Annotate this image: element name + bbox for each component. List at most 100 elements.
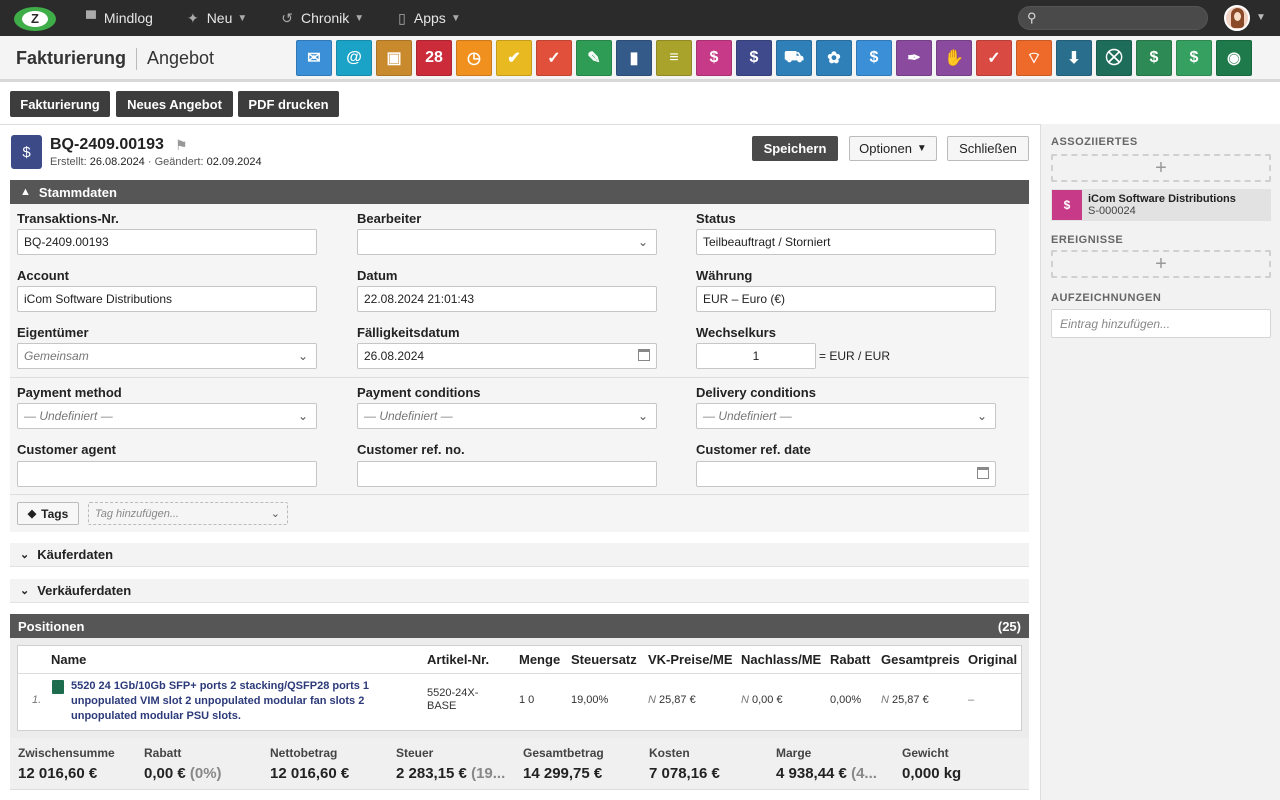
delivery-conditions-select[interactable]: — Undefiniert — ⌄ xyxy=(696,403,996,429)
new-quote-button[interactable]: Neues Angebot xyxy=(116,91,233,117)
col-total[interactable]: Gesamtpreis xyxy=(881,652,960,667)
email-app-icon[interactable]: @ xyxy=(336,40,372,76)
mail-app-icon[interactable]: ✉ xyxy=(296,40,332,76)
delivery-conditions-label: Delivery conditions xyxy=(696,385,816,400)
currency-field[interactable]: EUR – Euro (€) xyxy=(696,286,996,312)
options-button[interactable]: Optionen ▼ xyxy=(849,136,937,161)
due-date-field[interactable]: 26.08.2024 xyxy=(357,343,657,369)
status-field[interactable]: Teilbeauftragt / Storniert xyxy=(696,229,996,255)
tasks-app-icon[interactable]: ✔ xyxy=(496,40,532,76)
app-logo[interactable]: Z xyxy=(14,5,58,31)
transaction-field[interactable]: BQ-2409.00193 xyxy=(17,229,317,255)
nav-new-label: Neu xyxy=(206,10,233,26)
section-buyer[interactable]: ⌄ Käuferdaten xyxy=(10,543,1029,567)
add-event-button[interactable]: + xyxy=(1051,250,1271,278)
col-rebate[interactable]: Rabatt xyxy=(830,652,870,667)
form-divider xyxy=(10,494,1029,495)
payment-method-select[interactable]: — Undefiniert — ⌄ xyxy=(17,403,317,429)
close-button[interactable]: Schließen xyxy=(947,136,1029,161)
row-price: 25,87 € xyxy=(659,694,696,706)
col-quantity[interactable]: Menge xyxy=(519,652,560,667)
app-launcher-bar: ✉ @ ▣ 28 ◷ ✔ ✓ ✎ ▮ ≡ $ $ ⛟ ✿ $ ✒ ✋ ✓ ⌔ ⬇ ⛒ $ $ ◉ xyxy=(296,40,1256,76)
pricing-app-icon[interactable]: $ xyxy=(1176,40,1212,76)
nav-new[interactable]: ✦ Neu ▼ xyxy=(187,10,247,27)
delivery-app-icon[interactable]: ⛟ xyxy=(776,40,812,76)
legal-app-icon[interactable]: ✒ xyxy=(896,40,932,76)
col-tax[interactable]: Steuersatz xyxy=(571,652,637,667)
total-gross-value: 14 299,75 € xyxy=(523,765,602,782)
right-sidebar: ASSOZIIERTES + $ iCom Software Distribut… xyxy=(1040,124,1280,800)
notes-app-icon[interactable]: ✎ xyxy=(576,40,612,76)
currency-label: Währung xyxy=(696,268,753,283)
owner-select[interactable]: Gemeinsam ⌄ xyxy=(17,343,317,369)
payment-conditions-select[interactable]: — Undefiniert — ⌄ xyxy=(357,403,657,429)
editor-select[interactable]: ⌄ xyxy=(357,229,657,255)
contracts-app-icon[interactable]: ✓ xyxy=(976,40,1012,76)
database-app-icon[interactable]: ◉ xyxy=(1216,40,1252,76)
date-field[interactable]: 22.08.2024 21:01:43 xyxy=(357,286,657,312)
support-app-icon[interactable]: ✿ xyxy=(816,40,852,76)
deals-app-icon[interactable]: ✋ xyxy=(936,40,972,76)
download-app-icon[interactable]: ⬇ xyxy=(1056,40,1092,76)
nav-history[interactable]: ↺ Chronik ▼ xyxy=(281,10,364,27)
user-avatar[interactable] xyxy=(1224,5,1250,31)
col-discount[interactable]: Nachlass/ME xyxy=(741,652,821,667)
nav-mindlog[interactable]: ▀ Mindlog xyxy=(86,10,153,26)
section-positions[interactable]: Positionen (25) xyxy=(10,614,1029,638)
changed-date: 02.09.2024 xyxy=(206,156,262,168)
add-record-input[interactable]: Eintrag hinzufügen... xyxy=(1051,309,1271,338)
broadcast-app-icon[interactable]: ⌔ xyxy=(1016,40,1052,76)
documents-app-icon[interactable]: ≡ xyxy=(656,40,692,76)
row-article: 5520-24X-BASE xyxy=(427,687,479,712)
total-weight-label: Gewicht xyxy=(902,746,949,760)
total-gross-amount: 14 299,75 € xyxy=(523,765,603,782)
col-original[interactable]: Original xyxy=(968,652,1017,667)
account-field[interactable]: iCom Software Distributions xyxy=(17,286,317,312)
global-search-input[interactable]: ⚲ xyxy=(1018,6,1208,30)
projects-app-icon[interactable]: ✓ xyxy=(536,40,572,76)
add-associated-button[interactable]: + xyxy=(1051,154,1271,182)
tag-input[interactable]: Tag hinzufügen... ⌄ xyxy=(88,502,288,525)
options-label: Optionen xyxy=(859,141,912,156)
col-article[interactable]: Artikel-Nr. xyxy=(427,652,489,667)
exchange-rate-field[interactable]: 1 xyxy=(696,343,816,369)
cart-app-icon[interactable]: ⛒ xyxy=(1096,40,1132,76)
owner-label: Eigentümer xyxy=(17,325,89,340)
funds-app-icon[interactable]: $ xyxy=(856,40,892,76)
calendar-icon[interactable] xyxy=(638,349,650,361)
events-title: EREIGNISSE xyxy=(1051,234,1124,246)
calendar-app-icon[interactable]: 28 xyxy=(416,40,452,76)
timer-app-icon[interactable]: ◷ xyxy=(456,40,492,76)
total-cost-label: Kosten xyxy=(649,746,690,760)
row-product-name[interactable]: 5520 24 1Gb/10Gb SFP+ ports 2 stacking/Q… xyxy=(71,679,406,724)
customer-ref-date-field[interactable] xyxy=(696,461,996,487)
section-seller[interactable]: ⌄ Verkäuferdaten xyxy=(10,579,1029,603)
bookmarks-app-icon[interactable]: ▮ xyxy=(616,40,652,76)
col-price[interactable]: VK-Preise/ME xyxy=(648,652,733,667)
row-original: – xyxy=(968,694,975,706)
top-nav: ▀ Mindlog ✦ Neu ▼ ↺ Chronik ▼ ▯ Apps ▼ xyxy=(86,10,495,27)
total-tax-label: Steuer xyxy=(396,746,434,760)
customer-ref-no-field[interactable] xyxy=(357,461,657,487)
contacts-app-icon[interactable]: ▣ xyxy=(376,40,412,76)
nav-apps[interactable]: ▯ Apps ▼ xyxy=(398,10,461,27)
total-net-label: Nettobetrag xyxy=(270,746,338,760)
save-button[interactable]: Speichern xyxy=(752,136,838,161)
chevron-down-icon[interactable]: ▼ xyxy=(1256,12,1266,23)
finance-app-icon[interactable]: $ xyxy=(1136,40,1172,76)
associated-item[interactable]: $ iCom Software Distributions S-000024 xyxy=(1051,189,1271,221)
crm-app-icon[interactable]: $ xyxy=(696,40,732,76)
section-master-data[interactable]: ▲ Stammdaten xyxy=(10,180,1029,204)
chat-icon: ▀ xyxy=(86,10,96,26)
customer-agent-field[interactable] xyxy=(17,461,317,487)
tags-button[interactable]: ◆ Tags xyxy=(17,502,79,525)
plus-icon: + xyxy=(1155,252,1167,275)
col-name[interactable]: Name xyxy=(51,652,86,667)
row-tax: 19,00% xyxy=(571,694,609,706)
print-pdf-button[interactable]: PDF drucken xyxy=(238,91,339,117)
sales-app-icon[interactable]: $ xyxy=(736,40,772,76)
billing-button[interactable]: Fakturierung xyxy=(10,91,110,117)
calendar-icon[interactable] xyxy=(977,467,989,479)
currency-value: EUR – Euro (€) xyxy=(703,292,786,306)
flag-icon[interactable]: ⚑ xyxy=(175,137,188,154)
